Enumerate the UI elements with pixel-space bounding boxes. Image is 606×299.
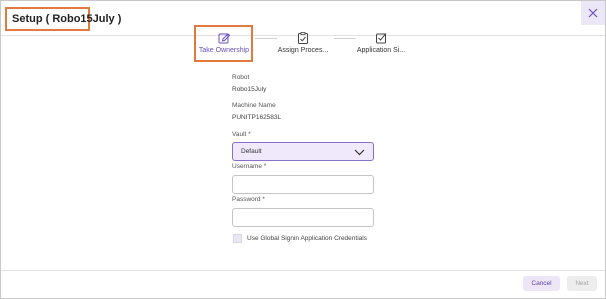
vault-select[interactable]: Default [232, 142, 374, 161]
cancel-button[interactable]: Cancel [523, 276, 560, 291]
step-label: Take Ownership [198, 47, 250, 54]
machine-name-label: Machine Name [232, 102, 276, 109]
dialog-title-highlight: Setup ( Robo15July ) [5, 7, 121, 31]
footer-divider [1, 270, 605, 271]
step-connector [255, 38, 277, 39]
chevron-down-icon [354, 149, 365, 156]
close-icon [588, 8, 598, 18]
password-label: Password * [232, 196, 265, 203]
password-input[interactable] [232, 208, 374, 227]
robot-label: Robot [232, 74, 250, 81]
step-label: Application Si... [356, 47, 406, 54]
step-application-signin[interactable]: Application Si... [353, 31, 409, 54]
machine-name-value: PUNITP162583L [232, 114, 282, 121]
edit-icon [218, 33, 231, 44]
close-button[interactable] [581, 1, 605, 25]
vault-label: Vault * [232, 131, 251, 138]
clipboard-check-icon [298, 32, 308, 44]
next-button[interactable]: Next [567, 276, 597, 291]
step-assign-process[interactable]: Assign Proces... [275, 31, 331, 54]
vault-selected-value: Default [241, 148, 262, 155]
step-label: Assign Proces... [277, 47, 329, 54]
global-signin-checkbox-label: Use Global Signin Application Credential… [247, 235, 367, 242]
setup-dialog: Setup ( Robo15July ) Take Ownership Assi… [0, 0, 606, 299]
global-signin-checkbox[interactable] [233, 234, 242, 243]
username-label: Username * [232, 163, 267, 170]
username-input[interactable] [232, 175, 374, 194]
robot-value: Robo15July [232, 86, 267, 93]
step-take-ownership[interactable]: Take Ownership [197, 31, 251, 54]
checkbox-icon [376, 33, 387, 44]
dialog-title: Setup ( Robo15July ) [12, 13, 122, 25]
